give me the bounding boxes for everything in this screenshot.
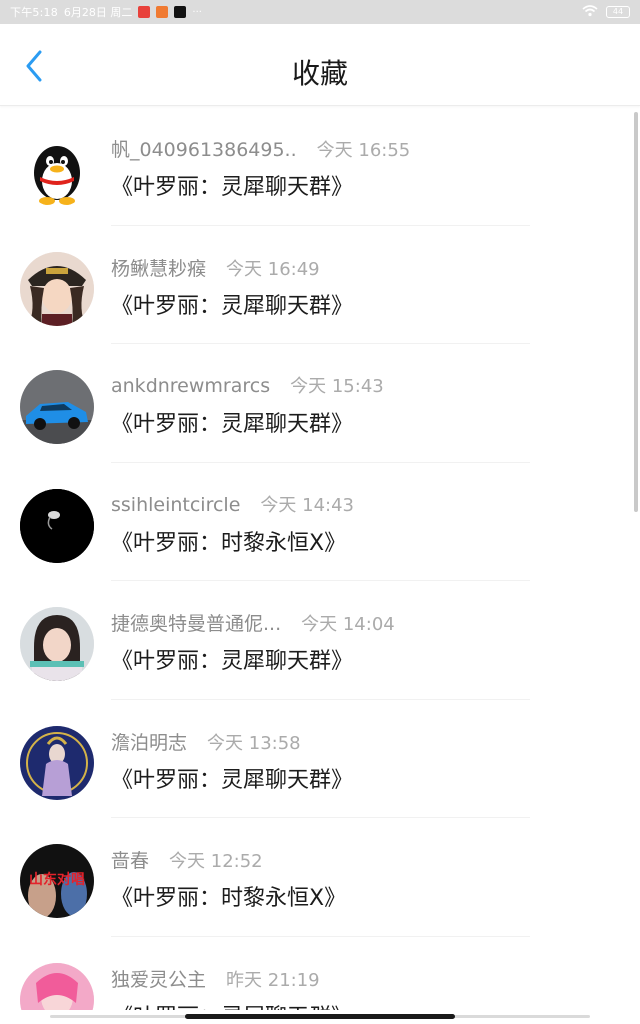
sender-name: ankdnrewmrarcs	[111, 375, 271, 397]
home-indicator[interactable]	[185, 1014, 455, 1019]
shopping-app-icon	[156, 6, 169, 18]
message-text: 《叶罗丽：灵犀聊天群》	[111, 649, 354, 674]
timestamp: 今天 14:04	[301, 614, 395, 635]
avatar-caption: 山东对唱	[29, 871, 85, 888]
sender-name: 独爱灵公主	[111, 968, 207, 991]
duet-poster-image: 山东对唱	[20, 844, 94, 918]
timestamp: 今天 15:43	[290, 376, 384, 397]
page-title: 收藏	[291, 57, 348, 90]
timestamp: 今天 12:52	[169, 851, 263, 872]
status-date: 6月28日 周二	[63, 6, 133, 19]
list-item[interactable]: 捷德奥特曼普通伲... 今天 14:04 《叶罗丽：灵犀聊天群》	[0, 581, 640, 700]
sender-name: 澹泊明志	[111, 731, 188, 754]
wifi-icon	[582, 4, 598, 20]
timestamp: 昨天 21:19	[226, 969, 320, 991]
more-notifications-icon: ···	[192, 6, 202, 18]
timestamp: 今天 13:58	[207, 732, 301, 754]
sender-name: 啬春	[111, 850, 150, 872]
avatar	[20, 133, 94, 207]
message-text: 《叶罗丽：灵犀聊天群》	[111, 412, 354, 437]
status-bar: 下午5:18 6月28日 周二 ··· 44	[0, 0, 640, 24]
message-text: 《叶罗丽：时黎永恒X》	[111, 530, 347, 556]
avatar	[20, 607, 94, 681]
message-text: 《叶罗丽：灵犀聊天群》	[111, 175, 354, 200]
sender-name: 帆_040961386495..	[111, 139, 297, 161]
avatar	[20, 488, 94, 563]
sender-name: ssihleintcircle	[111, 493, 241, 516]
timestamp: 今天 16:49	[226, 258, 320, 280]
avatar: 山东对唱	[20, 844, 94, 918]
dark-figure-image	[20, 488, 94, 563]
list-item[interactable]: 杨鳅慧耖瘊 今天 16:49 《叶罗丽：灵犀聊天群》	[0, 226, 640, 344]
girl-photo-image	[20, 607, 94, 681]
scrollbar[interactable]	[634, 112, 638, 512]
sender-name: 捷德奥特曼普通伲...	[111, 613, 282, 635]
avatar	[20, 370, 94, 444]
header: 收藏	[0, 24, 640, 106]
tiktok-icon	[174, 6, 187, 18]
timestamp: 今天 14:43	[260, 494, 355, 516]
list-item[interactable]: ankdnrewmrarcs 今天 15:43 《叶罗丽：灵犀聊天群》	[0, 344, 640, 463]
sender-name: 杨鳅慧耖瘊	[111, 257, 207, 280]
timestamp: 今天 16:55	[316, 140, 411, 161]
status-time: 下午5:18	[10, 6, 58, 19]
message-text: 《叶罗丽：灵犀聊天群》	[111, 767, 354, 793]
avatar	[20, 251, 94, 326]
list-item[interactable]: ssihleintcircle 今天 14:43 《叶罗丽：时黎永恒X》	[0, 463, 640, 581]
fantasy-character-image	[20, 725, 94, 800]
qq-penguin-icon	[34, 146, 80, 205]
sports-car-image	[20, 370, 94, 444]
avatar	[20, 725, 94, 800]
list-item[interactable]: 帆_040961386495.. 今天 16:55 《叶罗丽：灵犀聊天群》	[0, 107, 640, 226]
battery-icon: 44	[606, 6, 630, 18]
message-text: 《叶罗丽：灵犀聊天群》	[111, 293, 354, 319]
message-text: 《叶罗丽：时黎永恒X》	[111, 886, 347, 911]
list-item[interactable]: 山东对唱 啬春 今天 12:52 《叶罗丽：时黎永恒X》	[0, 818, 640, 937]
anime-character-image	[20, 251, 94, 326]
favorites-screen: 下午5:18 6月28日 周二 ··· 44 收藏 帆_040961386495…	[0, 0, 640, 1024]
list-item[interactable]: 澹泊明志 今天 13:58 《叶罗丽：灵犀聊天群》	[0, 700, 640, 818]
favorites-list: 帆_040961386495.. 今天 16:55 《叶罗丽：灵犀聊天群》 杨鳅…	[0, 107, 640, 1024]
app-notification-icon	[138, 6, 151, 18]
